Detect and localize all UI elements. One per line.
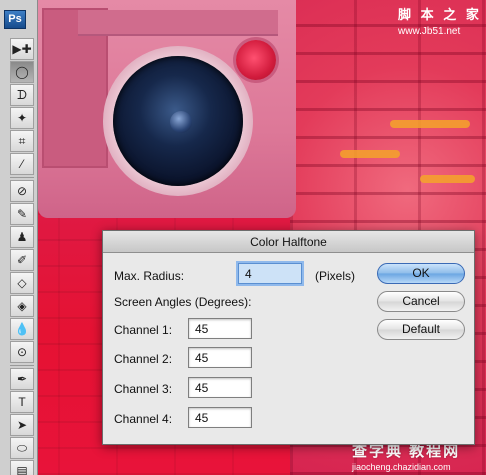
shape-tool-icon: ⬭ xyxy=(16,440,28,455)
pen-tool-button[interactable]: ✒ xyxy=(10,368,34,390)
channel-3-label: Channel 3: xyxy=(114,382,173,396)
tools-panel: Ps ▶✚ ◯ ᗪ ✦ ⌗ ⁄ ⊘ ✎ ♟ ✐ ◇ ◈ 💧 ⊙ ✒ T ➤ ⬭ ▤ xyxy=(0,0,38,475)
default-button[interactable]: Default xyxy=(377,319,465,340)
clone-stamp-tool-icon: ♟ xyxy=(16,230,28,244)
type-tool-button[interactable]: T xyxy=(10,391,34,413)
channel-1-label: Channel 1: xyxy=(114,323,173,337)
history-brush-tool-icon: ✐ xyxy=(16,253,28,267)
path-selection-tool-button[interactable]: ➤ xyxy=(10,414,34,436)
paint-bucket-tool-icon: ◈ xyxy=(17,299,27,313)
dialog-title[interactable]: Color Halftone xyxy=(103,231,474,253)
history-brush-tool-button[interactable]: ✐ xyxy=(10,249,34,271)
magic-wand-tool-icon: ✦ xyxy=(16,111,28,125)
eyedropper-tool-icon: ⁄ xyxy=(20,157,23,171)
dodge-tool-button[interactable]: ⊙ xyxy=(10,341,34,363)
channel-2-label: Channel 2: xyxy=(114,352,173,366)
wall-highlight xyxy=(340,150,400,158)
max-radius-label: Max. Radius: xyxy=(114,269,185,283)
wall-highlight xyxy=(420,175,475,183)
pixels-unit-label: (Pixels) xyxy=(315,269,356,283)
type-tool-icon: T xyxy=(18,395,26,409)
pen-tool-icon: ✒ xyxy=(16,372,28,386)
clone-stamp-tool-button[interactable]: ♟ xyxy=(10,226,34,248)
cancel-button[interactable]: Cancel xyxy=(377,291,465,312)
eraser-tool-button[interactable]: ◇ xyxy=(10,272,34,294)
paint-bucket-tool-button[interactable]: ◈ xyxy=(10,295,34,317)
watermark-url-text: www.Jb51.net xyxy=(398,26,461,37)
boombox-top-panel xyxy=(78,10,278,36)
brush-tool-button[interactable]: ✎ xyxy=(10,203,34,225)
max-radius-input[interactable] xyxy=(238,263,302,284)
notes-tool-icon: ▤ xyxy=(16,464,28,475)
magic-wand-tool-button[interactable]: ✦ xyxy=(10,107,34,129)
watermark-cn-text: 脚 本 之 家 xyxy=(398,7,482,22)
watermark-url-text: jiaocheng.chazidian.com xyxy=(352,462,451,472)
lasso-tool-button[interactable]: ᗪ xyxy=(10,84,34,106)
blur-tool-icon: 💧 xyxy=(14,322,30,336)
marquee-tool-icon: ◯ xyxy=(15,65,29,79)
screen-angles-label: Screen Angles (Degrees): xyxy=(114,295,252,309)
channel-2-input[interactable] xyxy=(188,347,252,368)
move-tool-icon: ▶✚ xyxy=(12,42,32,56)
move-tool-button[interactable]: ▶✚ xyxy=(10,38,34,60)
ok-button[interactable]: OK xyxy=(377,263,465,284)
channel-1-input[interactable] xyxy=(188,318,252,339)
eyedropper-tool-button[interactable]: ⁄ xyxy=(10,153,34,175)
tool-separator xyxy=(10,177,34,178)
notes-tool-button[interactable]: ▤ xyxy=(10,460,34,475)
boombox-knob xyxy=(236,40,276,80)
brush-tool-icon: ✎ xyxy=(16,207,28,221)
marquee-tool-button[interactable]: ◯ xyxy=(10,61,34,83)
blur-tool-button[interactable]: 💧 xyxy=(10,318,34,340)
tool-separator xyxy=(10,365,34,366)
shape-tool-button[interactable]: ⬭ xyxy=(10,437,34,459)
healing-brush-tool-button[interactable]: ⊘ xyxy=(10,180,34,202)
channel-4-input[interactable] xyxy=(188,407,252,428)
dodge-tool-icon: ⊙ xyxy=(16,345,28,359)
healing-brush-tool-icon: ⊘ xyxy=(16,184,28,198)
speaker-cap xyxy=(170,111,192,133)
photoshop-logo: Ps xyxy=(4,10,26,29)
crop-tool-button[interactable]: ⌗ xyxy=(10,130,34,152)
eraser-tool-icon: ◇ xyxy=(17,276,27,290)
lasso-tool-icon: ᗪ xyxy=(17,87,27,102)
top-watermark: 脚 本 之 家 www.Jb51.net xyxy=(398,4,484,38)
channel-4-label: Channel 4: xyxy=(114,412,173,426)
path-selection-tool-icon: ➤ xyxy=(16,418,28,432)
crop-tool-icon: ⌗ xyxy=(18,133,26,148)
color-halftone-dialog: Color Halftone Max. Radius: (Pixels) Scr… xyxy=(102,230,475,445)
channel-3-input[interactable] xyxy=(188,377,252,398)
wall-highlight xyxy=(390,120,470,128)
